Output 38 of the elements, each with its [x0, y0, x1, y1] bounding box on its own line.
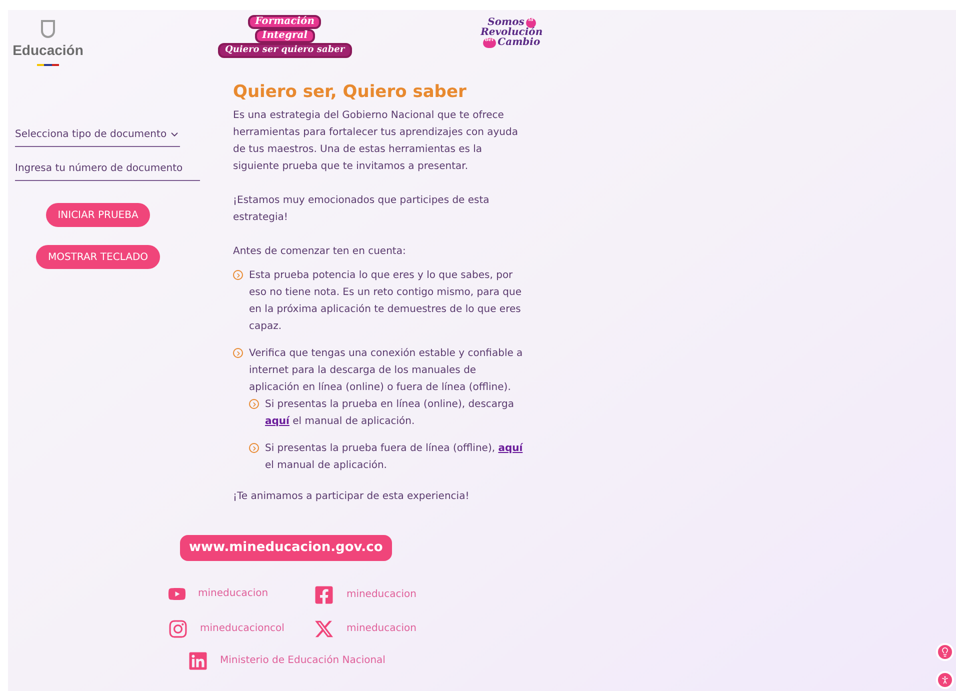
document-type-select[interactable]: Selecciona tipo de documento: [15, 127, 180, 147]
list-item: Verifica que tengas una conexión estable y confiable a internet para la descarga de los manuales de aplicación en línea (online) o fuera de línea (offline).: [249, 347, 524, 395]
action-button[interactable]: MOSTRAR TECLADO: [36, 245, 160, 269]
social-link[interactable]: Ministerio de Educación Nacional: [220, 653, 386, 668]
paragraph: Antes de comenzar ten en cuenta:: [233, 245, 407, 259]
facebook-icon[interactable]: [314, 584, 334, 604]
closing-text: ¡Te animamos a participar de esta experiencia!: [233, 490, 470, 504]
logo-text: Somos: [488, 18, 524, 28]
lightbulb-icon: [940, 647, 950, 657]
logo-text: Integral: [255, 29, 315, 43]
instagram-icon[interactable]: [168, 618, 188, 638]
lightbulb-button[interactable]: [936, 643, 954, 661]
paragraph: Es una estrategia del Gobierno Nacional que te ofrece herramientas para fortalecer tus aprendizajes con ayuda de tus maestros. Una de estas herramientas es la siguiente prueba que te invitamos a presentar.: [233, 109, 519, 174]
social-link[interactable]: mineducacion: [346, 587, 417, 602]
download-link[interactable]: aquí: [498, 443, 523, 454]
logo-text: Cambio: [498, 38, 540, 48]
logo-text: Formación: [248, 15, 322, 29]
linkedin-icon[interactable]: [188, 650, 208, 670]
list-item: Si presentas la prueba fuera de línea (offline), aquí el manual de aplicación.: [265, 442, 524, 473]
website-link[interactable]: www.mineducacion.gov.co: [180, 535, 392, 560]
document-number-field[interactable]: Ingresa tu número de documento: [15, 161, 200, 181]
ministry-name: Educación: [12, 41, 84, 60]
social-link[interactable]: mineducacion: [346, 621, 417, 636]
flag-stripe-icon: [37, 64, 59, 66]
x-logo-icon[interactable]: [314, 618, 334, 638]
logo-text: Revolución: [480, 28, 543, 38]
action-button[interactable]: INICIAR PRUEBA: [46, 203, 150, 227]
accessibility-button[interactable]: [936, 671, 954, 689]
logo-text: Quiero ser quiero saber: [218, 43, 352, 58]
accessibility-icon: [940, 675, 950, 685]
page-title: Quiero ser, Quiero saber: [233, 81, 468, 104]
list-item: Esta prueba potencia lo que eres y lo que sabes, por eso no tiene nota. Es un reto contigo mismo, para que en la próxima aplicación te demuestres de lo que eres capaz.: [249, 269, 522, 334]
social-link[interactable]: mineducacioncol: [200, 621, 284, 636]
coat-of-arms-icon: [41, 20, 55, 38]
paragraph: ¡Estamos muy emocionados que participes de esta estrategia!: [233, 194, 490, 225]
list-item: Si presentas la prueba en línea (online), descarga aquí el manual de aplicación.: [265, 398, 515, 429]
social-link[interactable]: mineducacion: [198, 586, 268, 601]
download-link[interactable]: aquí: [265, 416, 290, 427]
